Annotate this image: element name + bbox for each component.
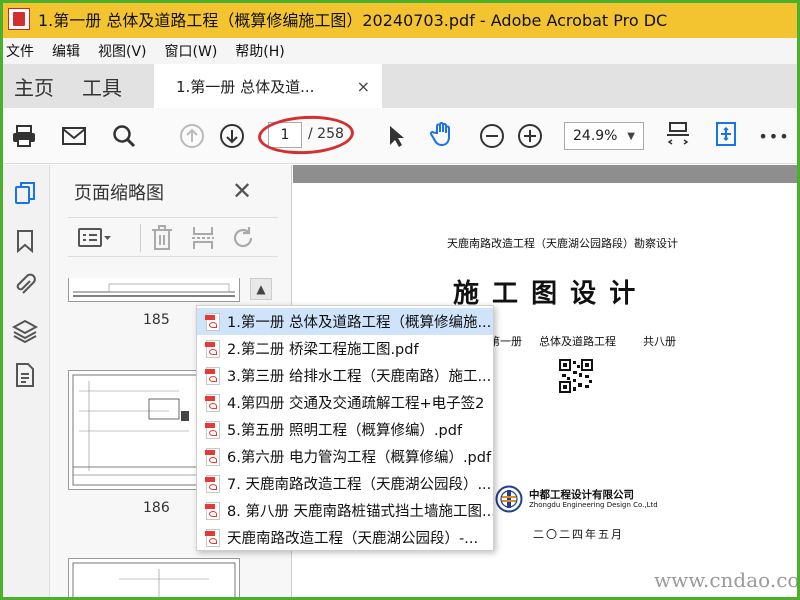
menu-bar: 文件 编辑 视图(V) 窗口(W) 帮助(H) — [0, 38, 800, 64]
tab-bar: 主页 工具 1.第一册 总体及道... × — [0, 64, 800, 108]
window-title: 1.第一册 总体及道路工程（概算修编施工图）20240703.pdf - Ado… — [38, 11, 668, 30]
company-logo-icon — [495, 485, 523, 513]
fit-width-icon[interactable] — [664, 120, 692, 148]
rotate-icon[interactable] — [230, 225, 256, 255]
rail-active-indicator — [0, 178, 3, 212]
pdf-file-icon — [205, 474, 221, 493]
print-icon[interactable] — [10, 122, 38, 150]
pdf-file-icon — [205, 339, 221, 358]
close-icon[interactable]: ✕ — [232, 177, 252, 205]
pdf-file-icon — [205, 420, 221, 439]
email-icon[interactable] — [60, 122, 88, 150]
menu-file[interactable]: 文件 — [6, 41, 34, 61]
page-thumbnail-185[interactable] — [68, 278, 240, 302]
search-icon[interactable] — [110, 122, 138, 150]
pdf-file-icon — [205, 501, 221, 520]
scroll-up-button[interactable]: ▲ — [250, 278, 272, 300]
full-screen-icon[interactable] — [712, 120, 740, 148]
previous-page-icon[interactable] — [178, 122, 206, 150]
document-list-item-label: 7. 天鹿南路改造工程（天鹿湖公园段）... — [227, 477, 492, 493]
pdf-volume-count: 共八册 — [643, 335, 676, 348]
tab-document-label: 1.第一册 总体及道... — [176, 77, 315, 96]
next-page-icon[interactable] — [218, 122, 246, 150]
watermark-text: www.cndao.com — [654, 568, 800, 592]
pdf-file-icon — [205, 447, 221, 466]
menu-window[interactable]: 窗口(W) — [165, 41, 218, 61]
document-list-item[interactable]: 8. 第八册 天鹿南路桩锚式挡土墙施工图... — [197, 497, 493, 524]
select-cursor-icon[interactable] — [382, 122, 410, 150]
document-list-item-label: 1.第一册 总体及道路工程（概算修编施... — [227, 315, 492, 331]
pdf-file-icon — [205, 393, 221, 412]
attachment-icon[interactable] — [12, 272, 38, 298]
tab-document[interactable]: 1.第一册 总体及道... × — [154, 64, 382, 108]
panel-toolbar — [68, 217, 278, 257]
document-icon[interactable] — [12, 362, 38, 388]
zoom-value: 24.9% — [573, 128, 618, 144]
document-list-item-label: 3.第三册 给排水工程（天鹿南路）施工... — [227, 369, 492, 385]
document-list-item-label: 5.第五册 照明工程（概算修编）.pdf — [227, 423, 463, 439]
document-list-item[interactable]: 7. 天鹿南路改造工程（天鹿湖公园段）... — [197, 470, 493, 497]
pdf-header: 天鹿南路改造工程（天鹿湖公园路段）勘察设计 — [447, 237, 678, 250]
document-list-item-label: 2.第二册 桥梁工程施工图.pdf — [227, 342, 419, 358]
tab-tools[interactable]: 工具 — [68, 64, 136, 108]
menu-edit[interactable]: 编辑 — [52, 41, 80, 61]
menu-help[interactable]: 帮助(H) — [235, 41, 284, 61]
pdf-file-icon — [205, 528, 221, 547]
tab-close-icon[interactable]: × — [357, 77, 370, 96]
hand-tool-icon[interactable] — [428, 120, 456, 148]
window-titlebar: 1.第一册 总体及道路工程（概算修编施工图）20240703.pdf - Ado… — [0, 0, 800, 38]
panel-title: 页面缩略图 — [74, 183, 164, 204]
tab-home[interactable]: 主页 — [0, 64, 68, 108]
bookmark-icon[interactable] — [12, 228, 38, 254]
document-list-item-label: 天鹿南路改造工程（天鹿湖公园段）-... — [227, 531, 479, 547]
open-documents-dropdown: 1.第一册 总体及道路工程（概算修编施... 2.第二册 桥梁工程施工图.pdf… — [196, 305, 494, 551]
zoom-in-icon[interactable] — [516, 122, 544, 150]
document-list-item[interactable]: 5.第五册 照明工程（概算修编）.pdf — [197, 416, 493, 443]
layers-icon[interactable] — [11, 318, 39, 344]
document-list-item[interactable]: 4.第四册 交通及交通疏解工程+电子签2 — [197, 389, 493, 416]
document-list-item-label: 8. 第八册 天鹿南路桩锚式挡土墙施工图... — [227, 504, 493, 520]
chevron-down-icon: ▼ — [627, 130, 635, 142]
page-thumbnails-icon[interactable] — [12, 180, 38, 206]
company-name-en: Zhongdu Engineering Design Co.,Ltd — [529, 501, 658, 509]
document-list-item-label: 6.第六册 电力管沟工程（概算修编）.pdf — [227, 450, 492, 466]
page-thumbnail-187[interactable] — [68, 558, 240, 600]
pdf-file-icon — [205, 366, 221, 385]
document-list-item[interactable]: 1.第一册 总体及道路工程（概算修编施... — [197, 308, 493, 335]
delete-icon[interactable] — [150, 225, 174, 255]
document-list-item[interactable]: 3.第三册 给排水工程（天鹿南路）施工... — [197, 362, 493, 389]
document-list-item[interactable]: 6.第六册 电力管沟工程（概算修编）.pdf — [197, 443, 493, 470]
acrobat-app-icon — [8, 8, 30, 30]
qr-code-icon — [559, 359, 593, 393]
document-list-item[interactable]: 2.第二册 桥梁工程施工图.pdf — [197, 335, 493, 362]
more-tools-icon[interactable]: ••• — [758, 122, 788, 150]
menu-view[interactable]: 视图(V) — [98, 41, 147, 61]
thumbnail-options-icon[interactable] — [78, 226, 112, 254]
document-list-item-label: 4.第四册 交通及交通疏解工程+电子签2 — [227, 396, 485, 412]
toolbar-divider — [140, 224, 141, 252]
pdf-date: 二〇二四年五月 — [533, 528, 624, 541]
company-name-cn: 中都工程设计有限公司 — [529, 489, 634, 501]
pdf-volume-name: 总体及道路工程 — [539, 335, 616, 348]
pdf-file-icon — [205, 312, 221, 331]
thumbnail-page-number: 185 — [143, 312, 170, 328]
document-list-item[interactable]: 天鹿南路改造工程（天鹿湖公园段）-... — [197, 524, 493, 551]
zoom-select[interactable]: 24.9% ▼ — [564, 122, 644, 150]
thumbnail-page-number: 186 — [143, 500, 170, 516]
split-pages-icon[interactable] — [190, 225, 216, 255]
zoom-out-icon[interactable] — [478, 122, 506, 150]
